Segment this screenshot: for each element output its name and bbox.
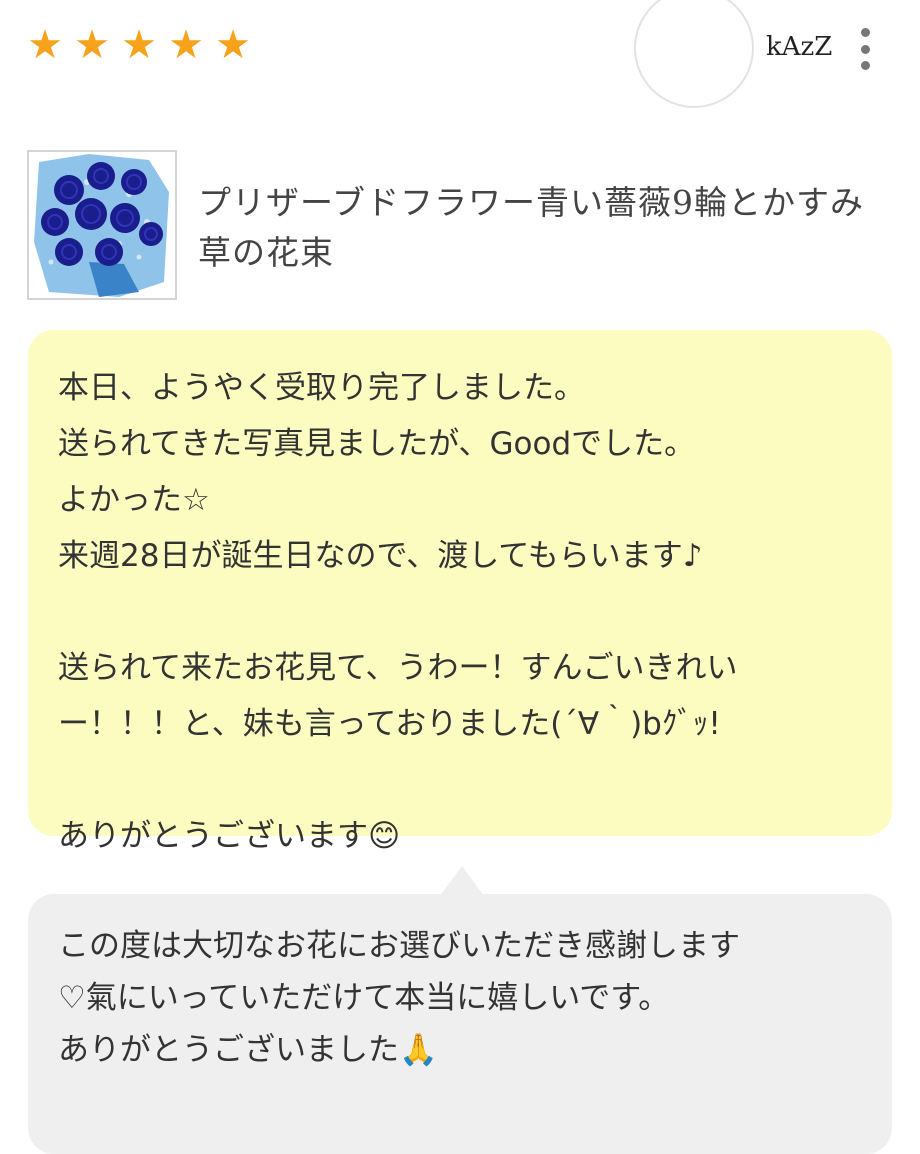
star-icon: ★ — [121, 22, 157, 68]
avatar[interactable] — [634, 0, 754, 108]
reply-line: ♡氣にいっていただけて本当に嬉しいです。 — [58, 980, 670, 1016]
more-vertical-icon[interactable] — [856, 28, 874, 70]
review-line: ありがとうございます😊 — [58, 818, 401, 854]
reply-line: この度は大切なお花にお選びいただき感謝します — [58, 928, 740, 964]
reviewer-username[interactable]: kAzZ — [766, 32, 832, 62]
blue-rose-bouquet-image — [29, 152, 175, 298]
review-line: 送られてきた写真見ましたが、Goodでした。 — [58, 426, 696, 462]
star-icon: ★ — [168, 22, 204, 68]
review-line: ー！！！と、妹も言っておりました(´∀｀)bｸﾞｯ! — [58, 706, 721, 742]
star-rating: ★ ★ ★ ★ ★ — [26, 22, 252, 68]
review-line: よかった☆ — [58, 482, 210, 518]
star-icon: ★ — [74, 22, 110, 68]
reply-pointer — [440, 866, 484, 896]
review-body: 本日、ようやく受取り完了しました。 送られてきた写真見ましたが、Goodでした。… — [28, 330, 892, 854]
review-line: 来週28日が誕生日なので、渡してもらいます♪ — [58, 538, 703, 574]
shop-reply: この度は大切なお花にお選びいただき感謝します ♡氣にいっていただけて本当に嬉しい… — [28, 894, 892, 1154]
review-line: 送られて来たお花見て、うわー！すんごいきれい — [58, 650, 738, 686]
review-line: 本日、ようやく受取り完了しました。 — [58, 370, 585, 406]
product-title[interactable]: プリザーブドフラワー青い薔薇9輪とかすみ草の花束 — [198, 178, 888, 278]
reply-line: ありがとうございました🙏 — [58, 1032, 438, 1068]
product-thumbnail[interactable] — [27, 150, 177, 300]
star-icon: ★ — [27, 22, 63, 68]
star-icon: ★ — [215, 22, 251, 68]
